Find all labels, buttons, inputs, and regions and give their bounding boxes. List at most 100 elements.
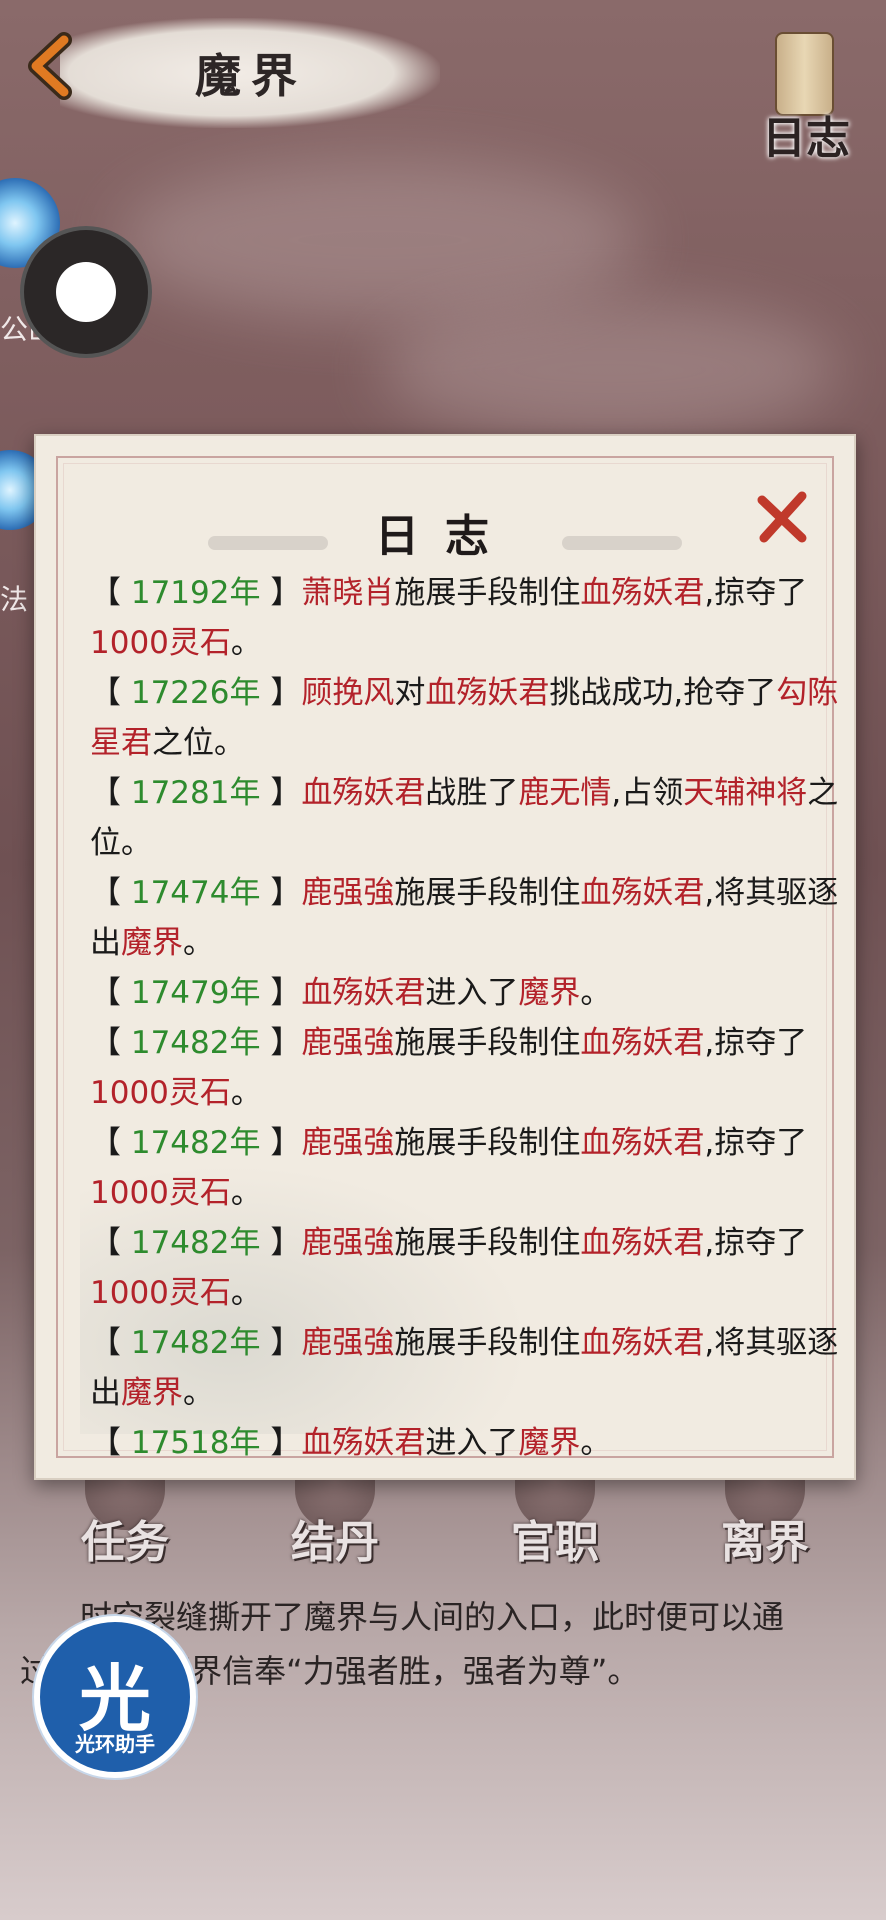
- bracket: 】: [260, 1025, 302, 1061]
- log-text: 。: [183, 1375, 214, 1411]
- log-text: ,占领: [611, 775, 684, 811]
- log-text: 。: [230, 625, 262, 661]
- log-highlight: 血殇妖君: [580, 1125, 705, 1161]
- bracket: 【: [90, 1325, 131, 1361]
- bottom-nav: 任务 结丹 官职 离界: [0, 1470, 886, 1580]
- log-text: 。: [580, 975, 612, 1011]
- log-text: 施展手段制住: [394, 1025, 581, 1061]
- log-year: 17482年: [130, 1025, 261, 1061]
- log-text: 之位。: [152, 725, 245, 761]
- log-highlight: 血殇妖君: [580, 875, 705, 911]
- bracket: 】: [260, 875, 302, 911]
- log-text: 施展手段制住: [394, 875, 581, 911]
- log-text: 。: [580, 1425, 612, 1461]
- log-highlight: 血殇妖君: [580, 575, 705, 611]
- log-highlight: 天辅神将: [683, 775, 808, 811]
- nav-tasks[interactable]: 任务: [40, 1470, 210, 1580]
- log-year: 17482年: [130, 1125, 261, 1161]
- log-highlight: 血殇妖君: [580, 1225, 705, 1261]
- guanghuan-helper-logo[interactable]: 光 光环助手: [34, 1616, 196, 1778]
- log-highlight: 1000灵石: [90, 625, 231, 661]
- log-text: 战胜了: [425, 775, 519, 811]
- log-highlight: 萧晓肖: [301, 575, 395, 611]
- back-button[interactable]: [18, 30, 88, 100]
- log-entry: 【 17482年 】鹿强強施展手段制住血殇妖君,掠夺了 1000灵石。: [90, 1218, 850, 1318]
- log-text: ,掠夺了: [704, 1225, 808, 1261]
- bracket: 【: [90, 1025, 131, 1061]
- log-entry: 【 17281年 】血殇妖君战胜了鹿无情,占领天辅神将之位。: [90, 768, 850, 868]
- log-text: 进入了: [425, 1425, 519, 1461]
- bracket: 】: [260, 975, 302, 1011]
- log-button[interactable]: 日志: [740, 20, 860, 164]
- nav-core[interactable]: 结丹: [250, 1470, 420, 1580]
- log-highlight: 血殇妖君: [580, 1025, 705, 1061]
- bracket: 【: [90, 975, 131, 1011]
- bracket: 】: [260, 775, 302, 811]
- page-title: 魔界: [195, 49, 307, 103]
- log-highlight: 鹿强強: [301, 1025, 395, 1061]
- log-text: 对: [394, 675, 426, 711]
- log-text: 挑战成功,抢夺了: [549, 675, 777, 711]
- background-fog: [120, 160, 640, 320]
- log-text: 施展手段制住: [394, 1225, 581, 1261]
- bracket: 【: [90, 675, 131, 711]
- log-button-label: 日志: [762, 113, 850, 164]
- floating-assistive-button[interactable]: [24, 230, 148, 354]
- log-text: 施展手段制住: [394, 1325, 581, 1361]
- bracket: 【: [90, 875, 131, 911]
- log-list: 【 17192年 】萧晓肖施展手段制住血殇妖君,掠夺了1000灵石。【 1722…: [90, 568, 850, 1468]
- log-year: 17281年: [130, 775, 261, 811]
- log-text: 。: [230, 1075, 262, 1111]
- log-year: 17482年: [130, 1325, 261, 1361]
- log-entry: 【 17479年 】血殇妖君进入了魔界。: [90, 968, 850, 1018]
- log-entry: 【 17482年 】鹿强強施展手段制住血殇妖君,掠夺了 1000灵石。: [90, 1018, 850, 1118]
- log-highlight: 鹿强強: [301, 1125, 395, 1161]
- log-entry: 【 17226年 】顾挽风对血殇妖君挑战成功,抢夺了勾陈星君之位。: [90, 668, 850, 768]
- nav-leave-realm[interactable]: 离界: [680, 1470, 850, 1580]
- bracket: 】: [260, 675, 302, 711]
- log-text: ,掠夺了: [704, 1125, 808, 1161]
- log-text: 。: [230, 1275, 262, 1311]
- log-highlight: 1000灵石: [90, 1275, 231, 1311]
- log-year: 17474年: [130, 875, 261, 911]
- log-highlight: 血殇妖君: [301, 775, 426, 811]
- log-highlight: 1000灵石: [90, 1175, 231, 1211]
- map-node-label: 法: [0, 583, 29, 616]
- log-text: 进入了: [425, 975, 519, 1011]
- circle-icon: [56, 262, 116, 322]
- nav-label: 离界: [721, 1517, 809, 1568]
- log-text: 。: [183, 925, 214, 961]
- close-icon: [757, 491, 807, 543]
- log-highlight: 魔界: [121, 1375, 183, 1411]
- log-highlight: 鹿无情: [518, 775, 612, 811]
- bracket: 【: [90, 575, 131, 611]
- log-entry: 【 17518年 】血殇妖君进入了魔界。: [90, 1418, 850, 1468]
- close-button[interactable]: [752, 488, 812, 548]
- log-highlight: 顾挽风: [301, 675, 395, 711]
- nav-official-post[interactable]: 官职: [470, 1470, 640, 1580]
- nav-label: 任务: [81, 1517, 169, 1568]
- log-highlight: 血殇妖君: [301, 975, 426, 1011]
- log-dialog: 日志 【 17192年 】萧晓肖施展手段制住血殇妖君,掠夺了1000灵石。【 1…: [34, 434, 856, 1480]
- log-highlight: 1000灵石: [90, 1075, 231, 1111]
- log-highlight: 鹿强強: [301, 875, 395, 911]
- nav-label: 结丹: [291, 1517, 379, 1568]
- log-highlight: 血殇妖君: [301, 1425, 426, 1461]
- background-fog: [380, 300, 840, 440]
- log-year: 17518年: [130, 1425, 261, 1461]
- log-highlight: 魔界: [121, 925, 183, 961]
- log-text: 施展手段制住: [394, 1125, 581, 1161]
- log-highlight: 血殇妖君: [425, 675, 550, 711]
- bracket: 】: [260, 1325, 302, 1361]
- bracket: 】: [260, 575, 302, 611]
- dialog-title: 日志: [375, 511, 515, 562]
- log-entry: 【 17482年 】鹿强強施展手段制住血殇妖君,掠夺了 1000灵石。: [90, 1118, 850, 1218]
- helper-logo-text: 光环助手: [75, 1732, 155, 1756]
- log-entry: 【 17474年 】鹿强強施展手段制住血殇妖君,将其驱逐出魔界。: [90, 868, 850, 968]
- log-highlight: 魔界: [518, 975, 581, 1011]
- log-highlight: 魔界: [518, 1425, 581, 1461]
- log-year: 17479年: [130, 975, 261, 1011]
- log-year: 17226年: [130, 675, 261, 711]
- bracket: 】: [260, 1425, 302, 1461]
- bracket: 【: [90, 1125, 131, 1161]
